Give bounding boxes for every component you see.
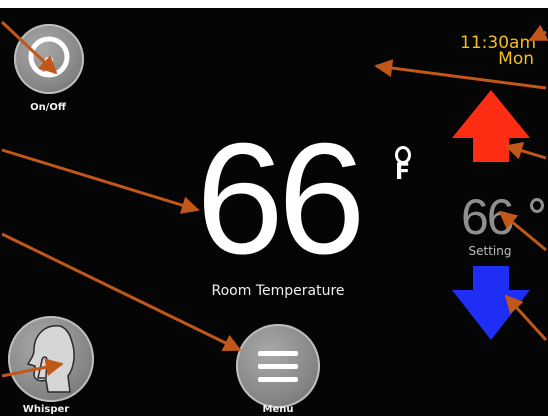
setting-temperature: 66 [461, 189, 515, 245]
on-off-label: On/Off [30, 102, 66, 113]
setting-label: Setting [468, 244, 512, 258]
whisper-button[interactable] [8, 316, 94, 402]
on-off-button[interactable] [14, 24, 84, 94]
whisper-icon [26, 325, 75, 393]
whisper-label: Whisper [22, 404, 70, 415]
menu-icon [258, 351, 298, 382]
menu-label: Menu [262, 404, 294, 415]
temperature-unit: F [395, 160, 411, 185]
down-arrow-icon[interactable] [450, 264, 532, 342]
thermostat-screen: On/Off 11:30am Mon 66 F Room Temperature… [0, 0, 548, 416]
setting-degree-symbol [530, 198, 544, 213]
room-temperature: 66 [196, 111, 366, 287]
room-temperature-label: Room Temperature [211, 283, 345, 299]
display-panel: On/Off 11:30am Mon 66 F Room Temperature… [0, 8, 548, 416]
clock-day: Mon [498, 49, 534, 69]
up-arrow-icon[interactable] [450, 88, 532, 164]
menu-button[interactable] [236, 324, 320, 408]
power-icon [28, 36, 70, 78]
